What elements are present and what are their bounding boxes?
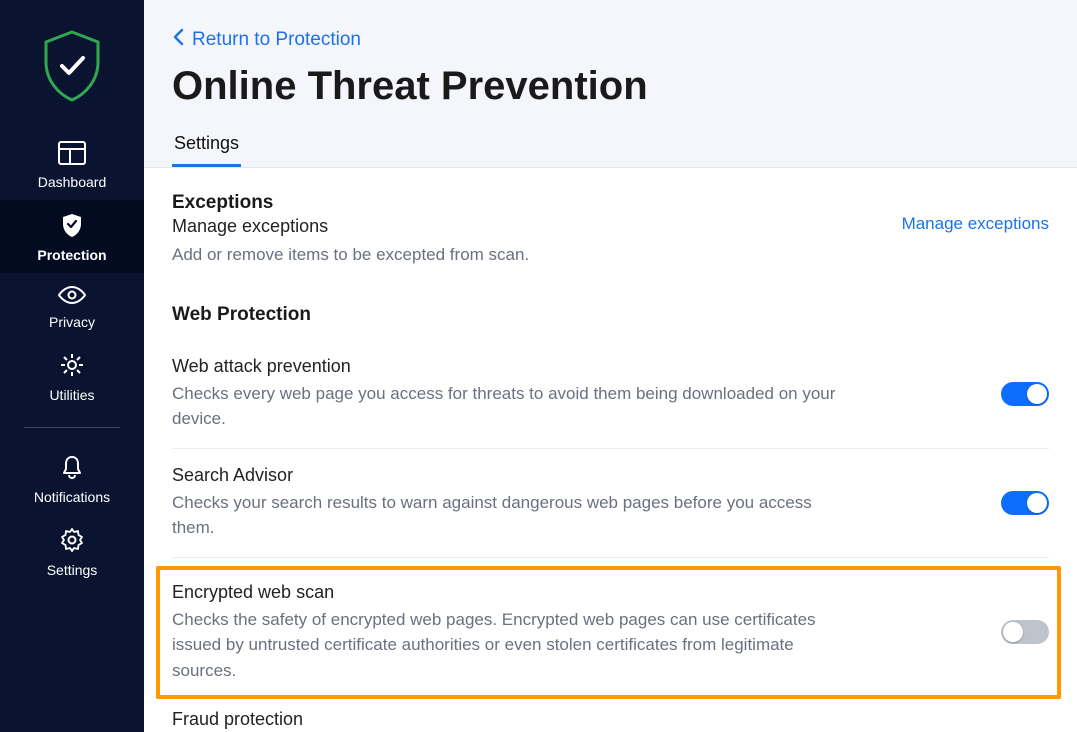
toggle-web-attack-prevention[interactable]	[1001, 382, 1049, 406]
page-title: Online Threat Prevention	[144, 52, 1077, 127]
toggle-encrypted-web-scan[interactable]	[1001, 620, 1049, 644]
setting-title: Encrypted web scan	[172, 582, 832, 603]
sidebar-item-utilities[interactable]: Utilities	[0, 340, 144, 413]
chevron-left-icon	[172, 28, 184, 52]
sidebar-item-notifications[interactable]: Notifications	[0, 442, 144, 515]
setting-title: Web attack prevention	[172, 356, 852, 377]
tabs: Settings	[144, 127, 1077, 168]
app-logo	[40, 0, 104, 129]
manage-exceptions-link[interactable]: Manage exceptions	[902, 192, 1049, 234]
sidebar-item-label: Settings	[47, 562, 98, 578]
exceptions-desc: Add or remove items to be excepted from …	[172, 243, 529, 268]
exceptions-title: Exceptions	[172, 192, 529, 214]
setting-search-advisor: Search Advisor Checks your search result…	[172, 449, 1049, 558]
setting-desc: Checks the safety of encrypted web pages…	[172, 607, 832, 684]
sidebar-item-label: Notifications	[34, 489, 110, 505]
sidebar-item-label: Utilities	[49, 387, 94, 403]
header: Return to Protection Online Threat Preve…	[144, 0, 1077, 168]
exceptions-subtitle: Manage exceptions	[172, 216, 529, 237]
sidebar-item-label: Protection	[37, 247, 106, 263]
sidebar: Dashboard Protection Privacy	[0, 0, 144, 732]
tab-settings[interactable]: Settings	[172, 127, 241, 167]
content: Exceptions Manage exceptions Add or remo…	[144, 168, 1077, 730]
settings-icon	[59, 527, 85, 556]
bell-icon	[60, 454, 84, 483]
dashboard-icon	[58, 141, 86, 168]
toggle-search-advisor[interactable]	[1001, 491, 1049, 515]
sidebar-item-label: Dashboard	[38, 174, 107, 190]
back-link[interactable]: Return to Protection	[144, 0, 361, 52]
setting-title: Search Advisor	[172, 465, 852, 486]
shield-icon	[60, 212, 84, 241]
setting-encrypted-web-scan-highlight: Encrypted web scan Checks the safety of …	[156, 566, 1061, 700]
back-link-label: Return to Protection	[192, 29, 361, 51]
sidebar-divider	[24, 427, 120, 428]
setting-web-attack-prevention: Web attack prevention Checks every web p…	[172, 340, 1049, 449]
setting-desc: Checks every web page you access for thr…	[172, 381, 852, 432]
setting-desc: Checks your search results to warn again…	[172, 490, 852, 541]
sidebar-item-label: Privacy	[49, 314, 95, 330]
main-panel: Return to Protection Online Threat Preve…	[144, 0, 1077, 732]
sidebar-item-privacy[interactable]: Privacy	[0, 273, 144, 340]
web-protection-title: Web Protection	[172, 304, 1049, 326]
sidebar-item-dashboard[interactable]: Dashboard	[0, 129, 144, 200]
setting-fraud-protection-title: Fraud protection	[172, 709, 1049, 730]
sidebar-item-settings[interactable]: Settings	[0, 515, 144, 588]
eye-icon	[57, 285, 87, 308]
sidebar-item-protection[interactable]: Protection	[0, 200, 144, 273]
gear-icon	[59, 352, 85, 381]
exceptions-section: Exceptions Manage exceptions Add or remo…	[172, 192, 1049, 268]
